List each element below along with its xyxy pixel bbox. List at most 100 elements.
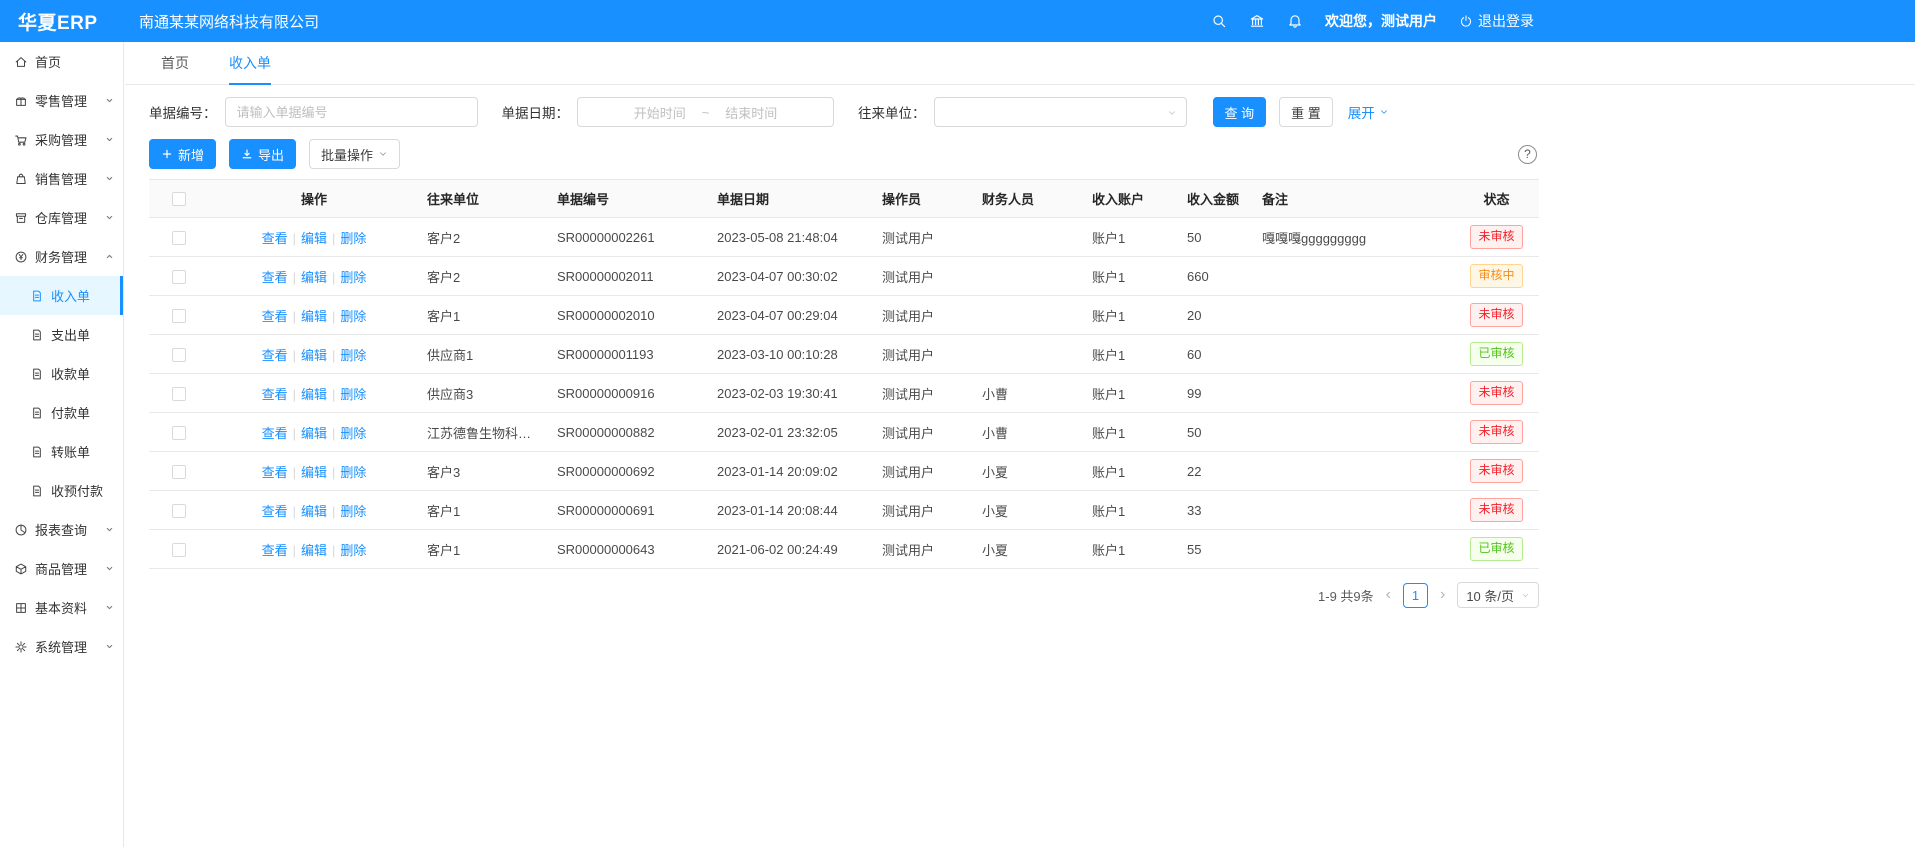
reset-button[interactable]: 重 置 [1279,97,1333,127]
sidebar-item-basic-data[interactable]: 基本资料 [0,588,123,627]
date-range-picker[interactable]: 开始时间 ~ 结束时间 [577,97,834,127]
delete-link[interactable]: 删除 [340,465,366,480]
row-checkbox[interactable] [172,270,186,284]
add-button[interactable]: 新增 [149,139,216,169]
edit-link[interactable]: 编辑 [301,270,327,285]
bill-number-cell: SR00000000691 [549,491,709,530]
view-link[interactable]: 查看 [262,348,288,363]
edit-link[interactable]: 编辑 [301,348,327,363]
unit-select[interactable] [934,97,1187,127]
sidebar-item-payment-bill[interactable]: 付款单 [0,393,123,432]
retail-icon [14,94,28,108]
row-checkbox[interactable] [172,465,186,479]
action-separator: | [332,465,335,480]
amount-cell: 33 [1179,491,1254,530]
view-link[interactable]: 查看 [262,309,288,324]
bill-date-cell: 2023-05-08 21:48:04 [709,218,874,257]
action-separator: | [332,426,335,441]
sidebar-item-system[interactable]: 系统管理 [0,627,123,666]
row-checkbox[interactable] [172,426,186,440]
action-separator: | [293,309,296,324]
sidebar-item-income-bill[interactable]: 收入单 [0,276,123,315]
main-area: 首页收入单 单据编号： 单据日期： 开始时间 ~ 结束时间 往来单位： 查 询 … [125,42,1915,608]
chevron-down-icon [105,525,114,534]
unit-cell: 江苏德鲁生物科技有限... [419,413,549,452]
expand-link[interactable]: 展开 [1348,102,1389,122]
help-icon[interactable]: ? [1518,145,1537,164]
sidebar-item-retail[interactable]: 零售管理 [0,81,123,120]
view-link[interactable]: 查看 [262,387,288,402]
sidebar-item-warehouse[interactable]: 仓库管理 [0,198,123,237]
delete-link[interactable]: 删除 [340,426,366,441]
account-cell: 账户1 [1084,452,1179,491]
plus-icon [161,148,173,160]
sidebar-item-transfer-bill[interactable]: 转账单 [0,432,123,471]
row-checkbox[interactable] [172,387,186,401]
edit-link[interactable]: 编辑 [301,426,327,441]
sidebar-item-goods[interactable]: 商品管理 [0,549,123,588]
row-checkbox[interactable] [172,504,186,518]
row-checkbox[interactable] [172,543,186,557]
row-checkbox[interactable] [172,231,186,245]
column-header: 收入金额 [1179,180,1254,218]
delete-link[interactable]: 删除 [340,270,366,285]
sidebar-item-prepayment[interactable]: 收预付款 [0,471,123,510]
view-link[interactable]: 查看 [262,465,288,480]
search-button[interactable]: 查 询 [1213,97,1267,127]
view-link[interactable]: 查看 [262,543,288,558]
logout-button[interactable]: 退出登录 [1459,11,1534,31]
sidebar-item-label: 仓库管理 [35,208,87,227]
tabbar: 首页收入单 [125,42,1915,85]
view-link[interactable]: 查看 [262,231,288,246]
edit-link[interactable]: 编辑 [301,543,327,558]
add-label: 新增 [178,145,204,164]
tab-income-bill[interactable]: 收入单 [229,42,271,85]
bill-date-cell: 2023-02-03 19:30:41 [709,374,874,413]
column-header: 操作员 [874,180,974,218]
account-cell: 账户1 [1084,296,1179,335]
bell-icon[interactable] [1287,13,1303,29]
delete-link[interactable]: 删除 [340,543,366,558]
next-page-button[interactable]: › [1438,587,1447,603]
export-button[interactable]: 导出 [229,139,296,169]
page-size-select[interactable]: 10 条/页 [1457,582,1539,608]
batch-operations-button[interactable]: 批量操作 [309,139,400,169]
sidebar-item-finance[interactable]: 财务管理 [0,237,123,276]
sidebar-item-expense-bill[interactable]: 支出单 [0,315,123,354]
delete-link[interactable]: 删除 [340,504,366,519]
bill-number-input[interactable] [225,97,478,127]
edit-link[interactable]: 编辑 [301,387,327,402]
edit-link[interactable]: 编辑 [301,504,327,519]
sidebar-item-home[interactable]: 首页 [0,42,123,81]
sidebar-item-reports[interactable]: 报表查询 [0,510,123,549]
sidebar-item-receipt-bill[interactable]: 收款单 [0,354,123,393]
delete-link[interactable]: 删除 [340,348,366,363]
sidebar-item-purchase[interactable]: 采购管理 [0,120,123,159]
bank-icon[interactable] [1249,13,1265,29]
edit-link[interactable]: 编辑 [301,465,327,480]
sidebar-item-sales[interactable]: 销售管理 [0,159,123,198]
date-start-placeholder: 开始时间 [634,103,686,122]
delete-link[interactable]: 删除 [340,231,366,246]
view-link[interactable]: 查看 [262,426,288,441]
view-link[interactable]: 查看 [262,504,288,519]
edit-link[interactable]: 编辑 [301,231,327,246]
view-link[interactable]: 查看 [262,270,288,285]
amount-cell: 50 [1179,413,1254,452]
sidebar-item-label: 报表查询 [35,520,87,539]
finance-user-cell [974,218,1084,257]
row-checkbox[interactable] [172,309,186,323]
bill-number-cell: SR00000000643 [549,530,709,569]
bill-number-cell: SR00000002261 [549,218,709,257]
delete-link[interactable]: 删除 [340,309,366,324]
prev-page-button[interactable]: ‹ [1384,587,1393,603]
current-page[interactable]: 1 [1403,583,1428,608]
row-checkbox[interactable] [172,348,186,362]
action-separator: | [293,348,296,363]
delete-link[interactable]: 删除 [340,387,366,402]
chevron-down-icon [105,642,114,651]
select-all-checkbox[interactable] [172,192,186,206]
edit-link[interactable]: 编辑 [301,309,327,324]
search-icon[interactable] [1211,13,1227,29]
tab-home[interactable]: 首页 [161,42,189,85]
